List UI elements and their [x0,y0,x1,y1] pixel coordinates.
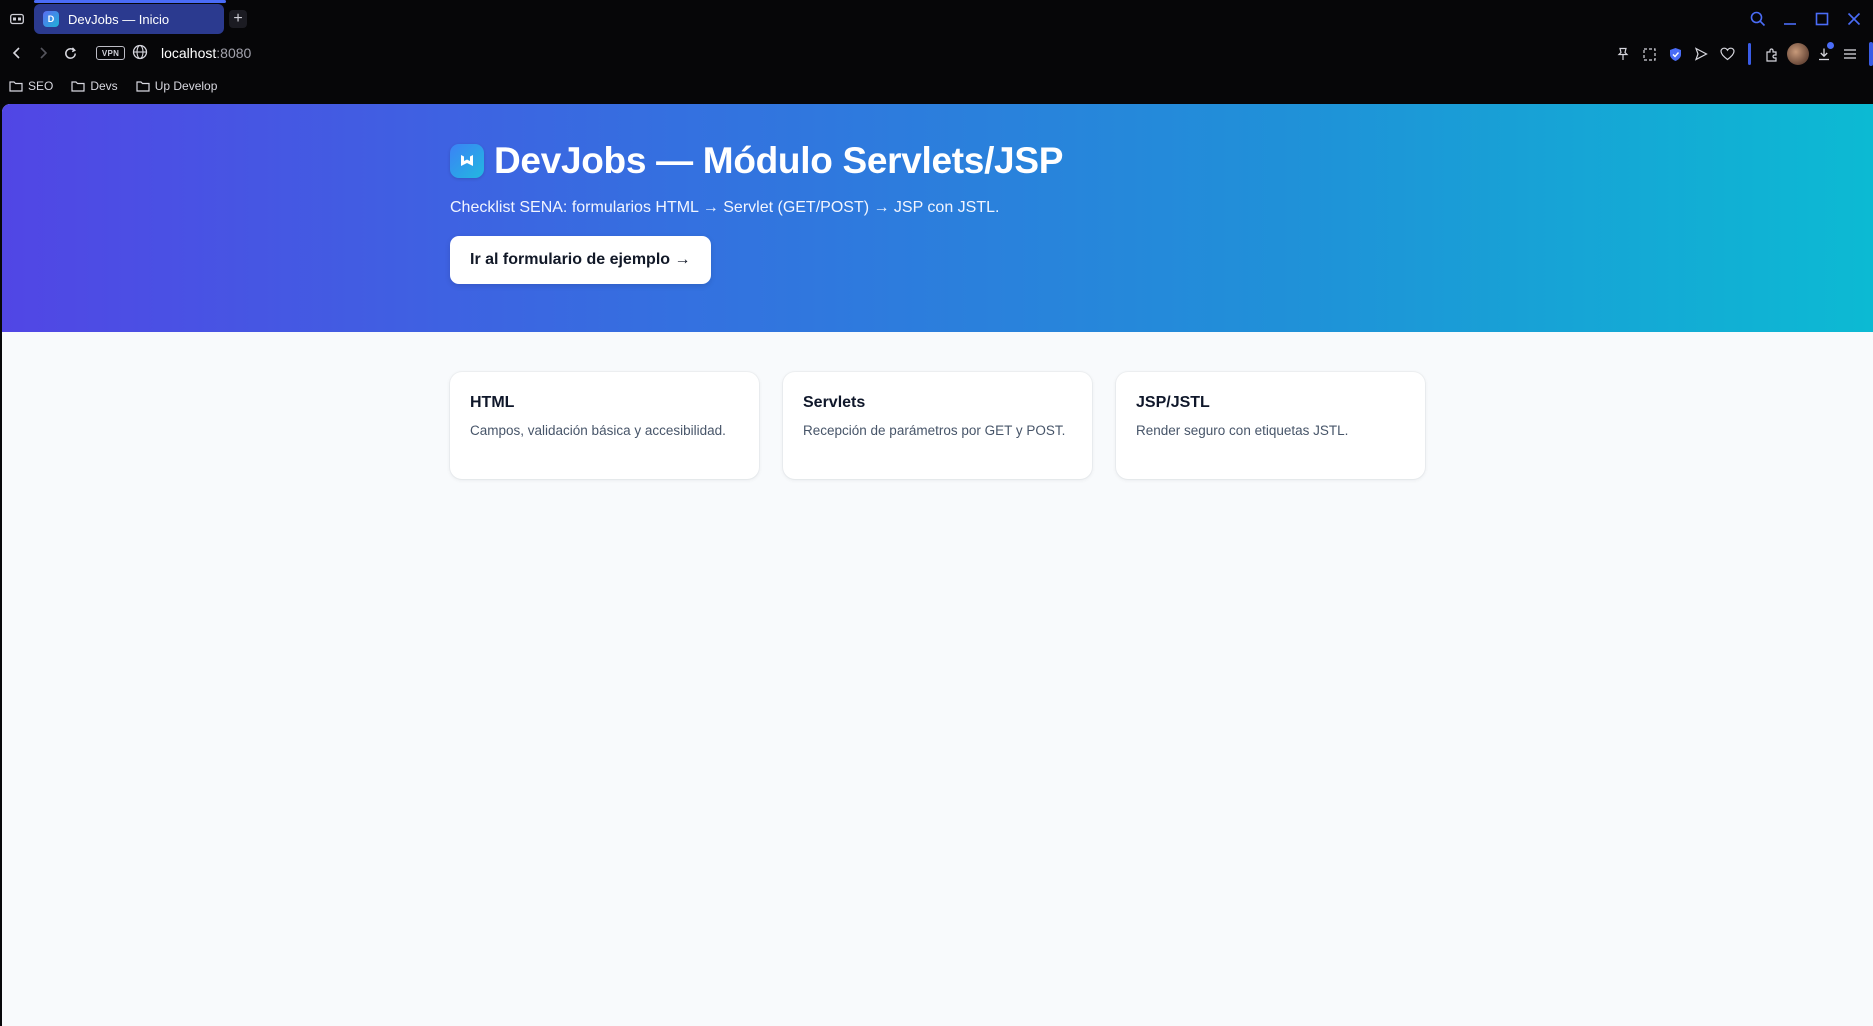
card-title: Servlets [803,394,866,411]
page-viewport: DevJobs — Módulo Servlets/JSP Checklist … [2,104,1873,1026]
extensions-icon[interactable] [1759,42,1785,66]
toolbar-separator [1748,43,1751,65]
close-button[interactable] [1843,8,1865,30]
bookmarks-bar: SEO Devs Up Develop [0,74,1873,98]
new-tab-button[interactable]: + [229,10,247,28]
search-tabs-icon[interactable] [1747,8,1769,30]
favicon-icon: D [43,11,59,27]
pin-icon[interactable] [1610,42,1636,66]
address-bar: VPN localhost:8080 [0,38,1873,68]
send-icon[interactable] [1688,42,1714,66]
snapshot-icon[interactable] [1636,42,1662,66]
card-title: JSP/JSTL [1136,394,1210,411]
bookmark-label: Up Develop [154,79,218,93]
page-title-row: DevJobs — Módulo Servlets/JSP [450,140,1063,182]
hero-content: DevJobs — Módulo Servlets/JSP Checklist … [450,140,1063,284]
folder-icon [71,81,85,92]
card-jsp-jstl: JSP/JSTL Render seguro con etiquetas JST… [1116,372,1425,479]
reload-button[interactable] [61,44,79,62]
maximize-button[interactable] [1811,8,1833,30]
page-title: DevJobs — Módulo Servlets/JSP [494,140,1064,181]
download-icon[interactable] [1811,42,1837,66]
card-description: Campos, validación básica y accesibilida… [470,423,726,438]
tab-bar: D DevJobs — Inicio + [0,0,1873,38]
tab-devjobs[interactable]: D DevJobs — Inicio [34,4,224,34]
browser-chrome: D DevJobs — Inicio + VPN localhost:8080 … [0,0,1873,104]
browser-toolbar [1610,42,1873,66]
card-title: HTML [470,394,515,411]
folder-icon [9,81,23,92]
globe-icon[interactable] [132,44,150,62]
folder-icon [136,81,150,92]
card-description: Render seguro con etiquetas JSTL. [1136,423,1349,438]
card-servlets: Servlets Recepción de parámetros por GET… [783,372,1092,479]
hero-banner: DevJobs — Módulo Servlets/JSP Checklist … [2,104,1873,332]
active-tab-indicator [34,0,226,3]
vpn-badge[interactable]: VPN [96,46,125,60]
minimize-button[interactable] [1779,8,1801,30]
menu-icon[interactable] [1837,42,1863,66]
shield-icon[interactable] [1662,42,1688,66]
sidebar-edge-indicator [1869,42,1873,66]
profile-avatar[interactable] [1787,43,1809,65]
bookmark-label: SEO [28,79,54,93]
back-button[interactable] [8,44,26,62]
page-subtitle: Checklist SENA: formularios HTML → Servl… [450,199,1000,216]
bookmark-devs[interactable]: Devs [71,79,118,93]
url-host: localhost [161,45,217,61]
devjobs-logo-icon [450,144,484,178]
bookmark-seo[interactable]: SEO [9,79,53,93]
go-to-form-button[interactable]: Ir al formulario de ejemplo → [450,236,711,284]
tab-menu-icon[interactable] [8,10,26,28]
card-html: HTML Campos, validación básica y accesib… [450,372,759,479]
url-port: :8080 [216,45,252,61]
window-controls [1747,6,1865,32]
bookmark-label: Devs [90,79,118,93]
download-indicator-dot [1827,42,1834,49]
bookmark-up-develop[interactable]: Up Develop [136,79,218,93]
url-field[interactable]: localhost:8080 [161,44,251,62]
feature-cards: HTML Campos, validación básica y accesib… [450,372,1425,479]
tab-title: DevJobs — Inicio [68,11,170,27]
forward-button[interactable] [34,44,52,62]
card-description: Recepción de parámetros por GET y POST. [803,423,1066,438]
heart-icon[interactable] [1714,42,1740,66]
